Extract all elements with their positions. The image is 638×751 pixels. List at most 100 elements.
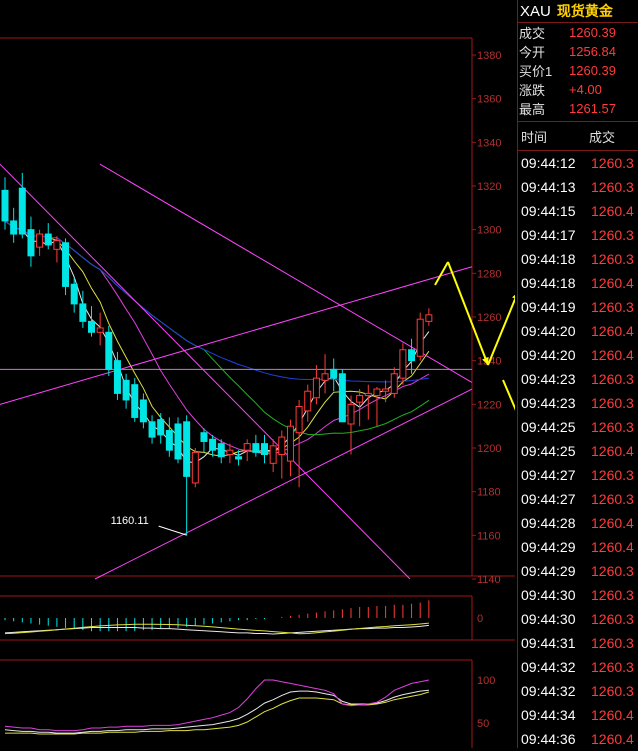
candle-up	[278, 436, 286, 456]
tick-time: 09:44:18	[521, 275, 576, 291]
symbol-name: 现货黄金	[556, 3, 613, 19]
tick-price: 1260.3	[591, 227, 634, 243]
y-tick-label: 1160	[477, 530, 501, 542]
osc-yellow-line	[5, 691, 430, 735]
y-tick-label: 1280	[477, 268, 501, 280]
tick-price: 1260.3	[591, 635, 634, 651]
tick-time: 09:44:13	[521, 179, 576, 195]
candle-up	[269, 445, 277, 464]
tick-price: 1260.4	[591, 707, 634, 723]
tick-price: 1260.4	[591, 347, 634, 363]
tick-time: 09:44:23	[521, 395, 576, 411]
tick-price: 1260.3	[591, 251, 634, 267]
macd-dea-line	[4, 622, 429, 635]
candle-up	[53, 240, 61, 250]
tick-price: 1260.3	[591, 179, 634, 195]
candle-down	[131, 384, 139, 418]
tick-row: 09:44:34 1260.4	[518, 703, 638, 727]
candle-down	[408, 349, 416, 362]
tick-row: 09:44:13 1260.3	[518, 175, 638, 199]
quote-value: 1261.57	[569, 101, 616, 116]
tick-row: 09:44:23 1260.3	[518, 367, 638, 391]
y-tick-label: 1220	[477, 399, 501, 411]
tick-row: 09:44:31 1260.3	[518, 631, 638, 655]
tick-time: 09:44:27	[521, 491, 576, 507]
tick-price: 1260.4	[591, 443, 634, 459]
candle-up	[191, 451, 199, 484]
tick-row: 09:44:29 1260.3	[518, 559, 638, 583]
quote-row: 买价1 1260.39	[518, 61, 638, 80]
candle-down	[79, 303, 87, 322]
candle-down	[139, 399, 147, 423]
candle-down	[157, 419, 165, 436]
kline-chart[interactable]: 1140116011801200122012401260128013001320…	[0, 0, 515, 748]
tick-price: 1260.3	[591, 155, 634, 171]
osc-tick-label: 50	[477, 718, 489, 730]
tick-row: 09:44:25 1260.3	[518, 415, 638, 439]
quote-row: 涨跌 +4.00	[518, 80, 638, 99]
tick-row: 09:44:32 1260.3	[518, 655, 638, 679]
candle-up	[243, 443, 251, 451]
tick-time: 09:44:32	[521, 659, 576, 675]
candle-up	[347, 403, 355, 425]
y-tick-label: 1140	[477, 574, 501, 586]
tick-list[interactable]: 09:44:12 1260.3 09:44:13 1260.3 09:44:15 1260…	[518, 151, 638, 751]
low-annotation-pointer	[158, 525, 187, 536]
quote-label: 最高	[519, 102, 546, 117]
falling-trendline-2	[99, 163, 473, 383]
candle-down	[88, 320, 95, 333]
quote-label: 今开	[519, 45, 546, 60]
tick-row: 09:44:36 1260.4	[518, 727, 638, 751]
tick-header-price: 成交	[589, 129, 616, 145]
symbol-code: XAU	[520, 2, 551, 20]
tick-time: 09:44:29	[521, 539, 576, 555]
tick-row: 09:44:18 1260.4	[518, 271, 638, 295]
tick-price: 1260.3	[591, 299, 634, 315]
tick-price: 1260.4	[591, 275, 634, 291]
tick-row: 09:44:20 1260.4	[518, 319, 638, 343]
low-annotation-label: 1160.11	[111, 515, 149, 527]
tick-time: 09:44:20	[521, 347, 576, 363]
quote-label: 成交	[519, 26, 546, 41]
forecast-arrow-down-3	[502, 379, 515, 411]
quote-value: +4.00	[569, 82, 602, 97]
quote-value: 1256.84	[569, 44, 616, 59]
forecast-arrow-up-1	[487, 296, 515, 366]
y-tick-label: 1340	[477, 137, 501, 149]
candle-down	[113, 360, 121, 394]
tick-time: 09:44:32	[521, 683, 576, 699]
tick-time: 09:44:28	[521, 515, 576, 531]
tick-time: 09:44:12	[521, 155, 576, 171]
candle-down	[338, 373, 346, 423]
tick-price: 1260.4	[591, 203, 634, 219]
candle-down	[1, 189, 9, 222]
tick-row: 09:44:27 1260.3	[518, 487, 638, 511]
tick-row: 09:44:18 1260.3	[518, 247, 638, 271]
quote-label: 买价1	[519, 64, 553, 79]
candle-up	[321, 373, 329, 381]
candle-down	[105, 331, 113, 370]
candle-down	[217, 443, 225, 458]
candle-up	[312, 377, 320, 399]
tick-row: 09:44:30 1260.3	[518, 607, 638, 631]
candle-up	[399, 349, 407, 379]
quote-value: 1260.39	[569, 25, 616, 40]
candle-down	[165, 430, 173, 451]
symbol-header: XAU 现货黄金	[518, 0, 638, 23]
tick-time: 09:44:18	[521, 251, 576, 267]
candle-up	[390, 373, 398, 394]
candle-down	[235, 456, 243, 460]
tick-row: 09:44:32 1260.3	[518, 679, 638, 703]
tick-time: 09:44:30	[521, 611, 576, 627]
tick-time: 09:44:17	[521, 227, 576, 243]
forecast-arrow-start	[434, 261, 449, 286]
tick-time: 09:44:19	[521, 299, 576, 315]
candle-up	[304, 390, 312, 412]
tick-time: 09:44:36	[521, 731, 576, 747]
tick-header: 时间 成交	[518, 121, 638, 151]
tick-row: 09:44:29 1260.4	[518, 535, 638, 559]
tick-time: 09:44:25	[521, 419, 576, 435]
tick-header-time: 时间	[521, 129, 548, 145]
tick-time: 09:44:29	[521, 563, 576, 579]
y-tick-label: 1200	[477, 443, 501, 455]
